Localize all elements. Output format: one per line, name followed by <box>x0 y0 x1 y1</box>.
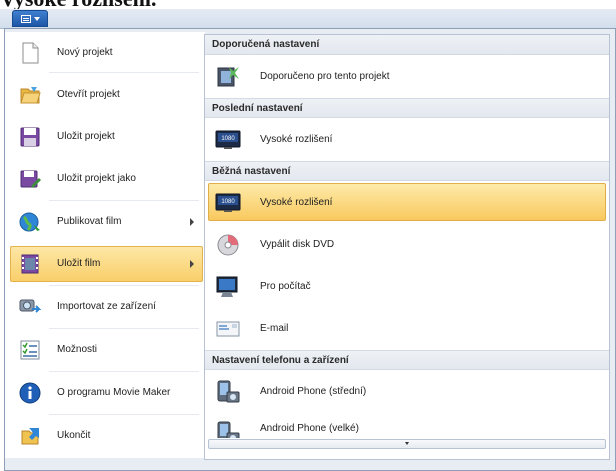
email-label: E-mail <box>260 323 289 334</box>
email-envelope-icon <box>216 321 240 337</box>
options-item[interactable]: Možnosti <box>10 332 203 368</box>
import-device-item[interactable]: Importovat ze zařízení <box>10 289 203 325</box>
android-phone-large-item[interactable]: Android Phone (velké) <box>208 413 606 439</box>
save-disk-icon <box>20 127 40 147</box>
left-command-pane: Nový projekt Otevřít projekt Uložit proj… <box>5 32 205 458</box>
separator <box>49 200 199 201</box>
scroll-down-arrow-icon <box>405 442 409 445</box>
scroll-down-button[interactable] <box>208 439 606 449</box>
save-project-as-item[interactable]: Uložit projekt jako <box>10 161 203 197</box>
new-project-label: Nový projekt <box>57 47 113 58</box>
submenu-arrow-icon <box>190 260 194 268</box>
application-menu: Nový projekt Otevřít projekt Uložit proj… <box>4 28 616 471</box>
open-folder-icon <box>20 87 41 104</box>
dvd-disc-icon <box>217 234 239 256</box>
save-project-label: Uložit projekt <box>57 131 115 142</box>
publish-movie-label: Publikovat film <box>57 216 122 227</box>
hd-badge-text: 1080 <box>221 136 235 142</box>
phone-device-icon <box>217 380 240 403</box>
separator <box>49 414 199 415</box>
section-header-recent: Poslední nastavení <box>205 98 609 118</box>
exit-label: Ukončit <box>57 430 91 441</box>
publish-movie-item[interactable]: Publikovat film <box>10 204 203 240</box>
hd-badge-text: 1080 <box>221 199 235 205</box>
save-movie-submenu: Doporučená nastavení Doporučeno pro tent… <box>204 34 610 460</box>
for-computer-label: Pro počítač <box>260 281 311 292</box>
android-phone-medium-label: Android Phone (střední) <box>260 386 367 397</box>
separator <box>49 328 199 329</box>
save-movie-label: Uložit film <box>57 258 101 269</box>
recommended-settings-icon <box>217 67 239 87</box>
save-as-icon <box>20 170 41 188</box>
application-menu-button[interactable] <box>12 10 48 27</box>
burn-dvd-label: Vypálit disk DVD <box>260 239 335 250</box>
section-header-common: Běžná nastavení <box>205 161 609 181</box>
separator <box>49 72 199 73</box>
recent-high-resolution-item[interactable]: 1080 Vysoké rozlišení <box>208 120 606 158</box>
info-icon <box>19 382 41 404</box>
new-project-item[interactable]: Nový projekt <box>10 35 203 71</box>
android-phone-medium-item[interactable]: Android Phone (střední) <box>208 372 606 410</box>
import-device-icon <box>19 299 41 313</box>
for-computer-item[interactable]: Pro počítač <box>208 267 606 305</box>
common-high-resolution-item[interactable]: 1080 Vysoké rozlišení <box>208 183 606 221</box>
save-project-as-label: Uložit projekt jako <box>57 173 136 184</box>
about-label: O programu Movie Maker <box>57 387 171 398</box>
android-phone-large-label: Android Phone (velké) <box>260 423 359 434</box>
submenu-arrow-icon <box>190 218 194 226</box>
new-project-icon <box>22 42 39 64</box>
import-device-label: Importovat ze zařízení <box>57 301 156 312</box>
email-item[interactable]: E-mail <box>208 309 606 347</box>
ribbon-strip <box>0 9 616 29</box>
separator <box>49 285 199 286</box>
section-header-recommended: Doporučená nastavení <box>205 35 609 55</box>
open-project-label: Otevřít projekt <box>57 89 120 100</box>
common-high-resolution-label: Vysoké rozlišení <box>260 197 333 208</box>
chevron-down-icon <box>33 16 40 21</box>
options-list-icon <box>20 340 40 360</box>
globe-publish-icon <box>19 212 40 232</box>
recommended-for-project-label: Doporučeno pro tento projekt <box>260 71 390 82</box>
hd-1080-icon: 1080 <box>215 130 241 149</box>
open-project-item[interactable]: Otevřít projekt <box>10 77 203 113</box>
menu-list-icon <box>20 14 31 23</box>
hd-1080-icon: 1080 <box>215 193 241 212</box>
section-header-phone-devices: Nastavení telefonu a zařízení <box>205 350 609 370</box>
recent-high-resolution-label: Vysoké rozlišení <box>260 134 333 145</box>
save-project-item[interactable]: Uložit projekt <box>10 119 203 155</box>
exit-folder-icon <box>21 428 39 445</box>
about-item[interactable]: O programu Movie Maker <box>10 375 203 411</box>
exit-item[interactable]: Ukončit <box>10 418 203 454</box>
options-label: Možnosti <box>57 344 98 355</box>
separator <box>49 371 199 372</box>
film-save-icon <box>21 254 39 274</box>
burn-dvd-item[interactable]: Vypálit disk DVD <box>208 225 606 263</box>
computer-monitor-icon <box>216 276 238 297</box>
save-movie-item[interactable]: Uložit film <box>10 246 203 282</box>
recommended-for-project-item[interactable]: Doporučeno pro tento projekt <box>208 57 606 95</box>
phone-device-icon <box>217 421 240 438</box>
